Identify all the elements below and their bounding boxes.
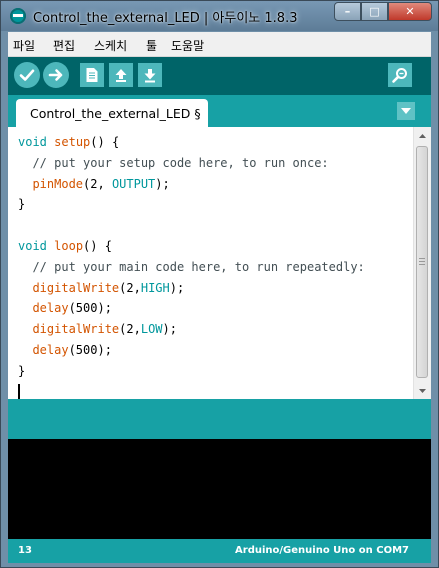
menu-edit[interactable]: 편집 [53,37,75,54]
maximize-icon: □ [369,5,380,18]
minimize-button[interactable]: – [334,2,361,21]
ide-window: Control_the_external_LED | 아두이노 1.8.3 – … [0,0,439,568]
code-line: digitalWrite(2,LOW); [18,319,408,340]
code-text-segment: (2, [119,322,141,337]
code-line: } [18,197,26,212]
code-text-segment: ); [162,322,177,337]
code-line: void loop() { [18,236,408,257]
code-function: digitalWrite [32,280,120,295]
magnifier-icon [392,68,407,83]
chevron-down-icon [401,108,411,114]
code-function: delay [32,342,69,357]
tab-label: Control_the_external_LED § [30,106,201,121]
text-caret [18,384,20,401]
code-keyword: void [18,135,47,149]
code-constant: HIGH [140,280,170,295]
code-text-segment: (2, [119,280,141,295]
serial-monitor-button[interactable] [388,63,412,87]
code-text-segment: ); [155,176,170,191]
window-controls: – □ ✕ [334,2,432,21]
open-button[interactable] [109,63,133,87]
scroll-up-arrow-icon [419,133,426,138]
menu-file[interactable]: 파일 [13,37,35,54]
scroll-down-arrow-icon [419,388,426,393]
code-text-segment: ); [169,280,185,295]
code-text-segment: () { [83,238,112,253]
board-port-info: Arduino/Genuino Uno on COM7 [235,545,409,556]
vertical-scrollbar[interactable] [413,127,431,399]
menu-help[interactable]: 도움말 [171,37,204,54]
save-button[interactable] [138,63,162,87]
message-area [8,399,431,439]
code-line: delay(500); [18,340,408,361]
menu-tools[interactable]: 툴 [146,37,157,54]
code-text-segment: (2, [83,176,112,191]
thumb-grip-line [419,258,425,259]
tab-sketch[interactable]: Control_the_external_LED § [16,99,208,127]
code-text-segment: (500); [68,301,112,316]
menu-sketch[interactable]: 스케치 [94,37,127,54]
code-constant: OUTPUT [111,176,156,191]
menu-bar: 파일 편집 스케치 툴 도움말 [8,32,431,57]
minimize-icon: – [344,5,351,18]
thumb-grip-line [419,261,425,262]
code-line: pinMode(2, OUTPUT); [18,174,408,195]
status-bar: 13 Arduino/Genuino Uno on COM7 [8,539,431,563]
scroll-up-button[interactable] [414,127,431,144]
scrollbar-thumb[interactable] [416,146,428,378]
code-editor[interactable]: void setup() { // put your setup code he… [8,127,431,402]
save-down-arrow-icon [144,69,156,83]
code-line: } [18,363,26,378]
console-output[interactable] [8,439,431,539]
upload-button[interactable] [43,62,69,88]
title-bar[interactable]: Control_the_external_LED | 아두이노 1.8.3 – … [1,1,438,31]
new-button[interactable] [80,63,104,87]
code-line: delay(500); [18,298,408,319]
new-file-icon [86,68,98,82]
code-function: delay [32,301,69,316]
code-constant: LOW [140,322,163,337]
code-text-segment: (500); [68,342,112,357]
toolbar [8,57,431,95]
tab-menu-button[interactable] [397,102,415,120]
code-function: pinMode [32,176,84,191]
tab-strip: Control_the_external_LED § [8,95,431,127]
scroll-down-button[interactable] [414,382,431,399]
window-title: Control_the_external_LED | 아두이노 1.8.3 [33,11,298,26]
verify-button[interactable] [14,62,40,88]
code-text: void setup() { // put your setup code he… [18,132,408,402]
maximize-button[interactable]: □ [361,2,388,21]
close-icon: ✕ [405,5,415,18]
code-line: digitalWrite(2,HIGH); [18,278,408,299]
code-text-segment: () { [90,135,120,149]
arrow-right-icon [48,69,63,81]
close-button[interactable]: ✕ [388,2,432,21]
code-line: void setup() { [18,132,408,153]
code-line: // put your main code here, to run repea… [18,259,365,274]
code-function: loop [54,238,84,253]
open-up-arrow-icon [115,69,127,82]
code-function: setup [54,135,91,149]
code-line: // put your setup code here, to run once… [18,155,329,170]
thumb-grip-line [419,264,425,265]
code-function: digitalWrite [32,322,120,337]
arduino-logo-icon [10,8,26,24]
check-icon [19,69,35,81]
line-number: 13 [18,545,32,556]
code-keyword: void [18,238,47,253]
